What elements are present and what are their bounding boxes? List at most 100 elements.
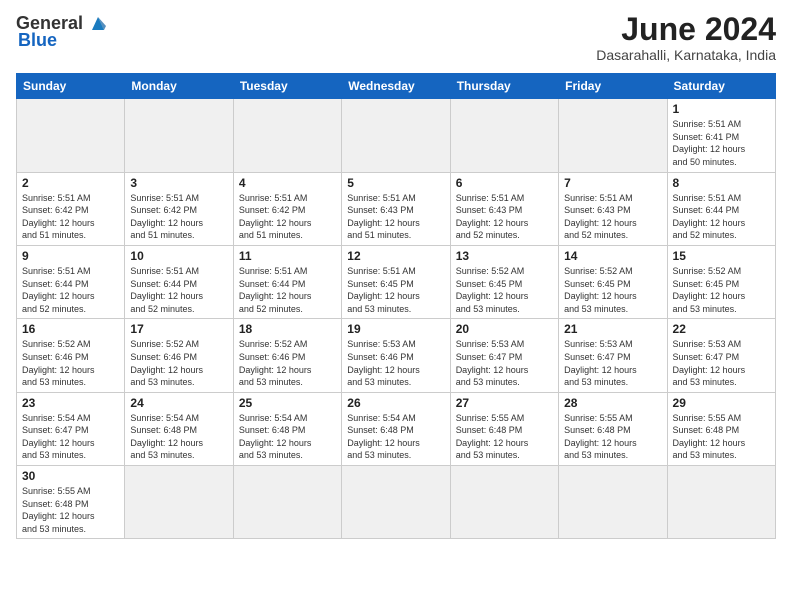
day-info: Sunrise: 5:52 AM Sunset: 6:45 PM Dayligh… bbox=[564, 265, 661, 315]
table-row bbox=[233, 99, 341, 172]
day-info: Sunrise: 5:54 AM Sunset: 6:48 PM Dayligh… bbox=[239, 412, 336, 462]
table-row: 12 Sunrise: 5:51 AM Sunset: 6:45 PM Dayli… bbox=[342, 245, 450, 318]
day-info: Sunrise: 5:54 AM Sunset: 6:48 PM Dayligh… bbox=[130, 412, 227, 462]
table-row bbox=[342, 99, 450, 172]
day-info: Sunrise: 5:51 AM Sunset: 6:44 PM Dayligh… bbox=[673, 192, 770, 242]
day-info: Sunrise: 5:53 AM Sunset: 6:47 PM Dayligh… bbox=[564, 338, 661, 388]
table-row: 28Sunrise: 5:55 AM Sunset: 6:48 PM Dayli… bbox=[559, 392, 667, 465]
header-row: Sunday Monday Tuesday Wednesday Thursday… bbox=[17, 74, 776, 99]
day-number: 21 bbox=[564, 322, 661, 336]
day-info: Sunrise: 5:55 AM Sunset: 6:48 PM Dayligh… bbox=[673, 412, 770, 462]
table-row: 29 Sunrise: 5:55 AM Sunset: 6:48 PM Dayli… bbox=[667, 392, 775, 465]
day-info: Sunrise: 5:51 AM Sunset: 6:42 PM Dayligh… bbox=[22, 192, 119, 242]
calendar-title: June 2024 bbox=[596, 12, 776, 47]
logo-area: General Blue bbox=[16, 12, 109, 51]
day-info: Sunrise: 5:51 AM Sunset: 6:44 PM Dayligh… bbox=[22, 265, 119, 315]
day-info: Sunrise: 5:53 AM Sunset: 6:47 PM Dayligh… bbox=[673, 338, 770, 388]
day-info: Sunrise: 5:52 AM Sunset: 6:46 PM Dayligh… bbox=[130, 338, 227, 388]
day-number: 20 bbox=[456, 322, 553, 336]
header: General Blue June 2024 Dasarahalli, Karn… bbox=[16, 12, 776, 63]
table-row: 27 Sunrise: 5:55 AM Sunset: 6:48 PM Dayli… bbox=[450, 392, 558, 465]
day-number: 11 bbox=[239, 249, 336, 263]
col-monday: Monday bbox=[125, 74, 233, 99]
col-thursday: Thursday bbox=[450, 74, 558, 99]
day-info: Sunrise: 5:51 AM Sunset: 6:45 PM Dayligh… bbox=[347, 265, 444, 315]
table-row: 30Sunrise: 5:55 AM Sunset: 6:48 PM Dayli… bbox=[17, 466, 125, 539]
day-number: 30 bbox=[22, 469, 119, 483]
table-row: 21 Sunrise: 5:53 AM Sunset: 6:47 PM Dayli… bbox=[559, 319, 667, 392]
table-row: 14Sunrise: 5:52 AM Sunset: 6:45 PM Dayli… bbox=[559, 245, 667, 318]
day-info: Sunrise: 5:51 AM Sunset: 6:44 PM Dayligh… bbox=[239, 265, 336, 315]
table-row: 8 Sunrise: 5:51 AM Sunset: 6:44 PM Daylig… bbox=[667, 172, 775, 245]
day-info: Sunrise: 5:52 AM Sunset: 6:45 PM Dayligh… bbox=[456, 265, 553, 315]
col-friday: Friday bbox=[559, 74, 667, 99]
table-row: 19 Sunrise: 5:53 AM Sunset: 6:46 PM Dayli… bbox=[342, 319, 450, 392]
logo-triangle-icon bbox=[87, 12, 109, 34]
day-number: 24 bbox=[130, 396, 227, 410]
table-row: 11 Sunrise: 5:51 AM Sunset: 6:44 PM Dayli… bbox=[233, 245, 341, 318]
day-number: 29 bbox=[673, 396, 770, 410]
table-row: 16 Sunrise: 5:52 AM Sunset: 6:46 PM Dayli… bbox=[17, 319, 125, 392]
day-info: Sunrise: 5:51 AM Sunset: 6:41 PM Dayligh… bbox=[673, 118, 770, 168]
day-info: Sunrise: 5:55 AM Sunset: 6:48 PM Dayligh… bbox=[564, 412, 661, 462]
day-info: Sunrise: 5:51 AM Sunset: 6:42 PM Dayligh… bbox=[239, 192, 336, 242]
table-row: 25Sunrise: 5:54 AM Sunset: 6:48 PM Dayli… bbox=[233, 392, 341, 465]
logo-blue: Blue bbox=[18, 30, 57, 51]
table-row bbox=[559, 466, 667, 539]
table-row bbox=[667, 466, 775, 539]
day-number: 19 bbox=[347, 322, 444, 336]
calendar-table: Sunday Monday Tuesday Wednesday Thursday… bbox=[16, 73, 776, 539]
table-row: 15 Sunrise: 5:52 AM Sunset: 6:45 PM Dayli… bbox=[667, 245, 775, 318]
day-number: 8 bbox=[673, 176, 770, 190]
day-info: Sunrise: 5:53 AM Sunset: 6:46 PM Dayligh… bbox=[347, 338, 444, 388]
day-number: 3 bbox=[130, 176, 227, 190]
table-row bbox=[125, 99, 233, 172]
day-info: Sunrise: 5:51 AM Sunset: 6:43 PM Dayligh… bbox=[456, 192, 553, 242]
table-row: 4 Sunrise: 5:51 AM Sunset: 6:42 PM Daylig… bbox=[233, 172, 341, 245]
day-info: Sunrise: 5:54 AM Sunset: 6:48 PM Dayligh… bbox=[347, 412, 444, 462]
day-number: 26 bbox=[347, 396, 444, 410]
title-area: June 2024 Dasarahalli, Karnataka, India bbox=[596, 12, 776, 63]
day-number: 7 bbox=[564, 176, 661, 190]
col-saturday: Saturday bbox=[667, 74, 775, 99]
day-number: 23 bbox=[22, 396, 119, 410]
day-number: 22 bbox=[673, 322, 770, 336]
table-row: 26 Sunrise: 5:54 AM Sunset: 6:48 PM Dayli… bbox=[342, 392, 450, 465]
day-number: 4 bbox=[239, 176, 336, 190]
day-number: 9 bbox=[22, 249, 119, 263]
table-row bbox=[450, 99, 558, 172]
day-info: Sunrise: 5:51 AM Sunset: 6:43 PM Dayligh… bbox=[564, 192, 661, 242]
table-row: 20 Sunrise: 5:53 AM Sunset: 6:47 PM Dayli… bbox=[450, 319, 558, 392]
col-tuesday: Tuesday bbox=[233, 74, 341, 99]
col-wednesday: Wednesday bbox=[342, 74, 450, 99]
table-row bbox=[17, 99, 125, 172]
day-info: Sunrise: 5:52 AM Sunset: 6:46 PM Dayligh… bbox=[239, 338, 336, 388]
day-info: Sunrise: 5:51 AM Sunset: 6:44 PM Dayligh… bbox=[130, 265, 227, 315]
day-info: Sunrise: 5:51 AM Sunset: 6:42 PM Dayligh… bbox=[130, 192, 227, 242]
day-number: 17 bbox=[130, 322, 227, 336]
table-row: 3 Sunrise: 5:51 AM Sunset: 6:42 PM Daylig… bbox=[125, 172, 233, 245]
day-info: Sunrise: 5:55 AM Sunset: 6:48 PM Dayligh… bbox=[456, 412, 553, 462]
table-row: 24 Sunrise: 5:54 AM Sunset: 6:48 PM Dayli… bbox=[125, 392, 233, 465]
table-row bbox=[342, 466, 450, 539]
day-number: 15 bbox=[673, 249, 770, 263]
table-row bbox=[450, 466, 558, 539]
day-number: 2 bbox=[22, 176, 119, 190]
day-number: 27 bbox=[456, 396, 553, 410]
table-row: 9 Sunrise: 5:51 AM Sunset: 6:44 PM Daylig… bbox=[17, 245, 125, 318]
table-row: 2 Sunrise: 5:51 AM Sunset: 6:42 PM Daylig… bbox=[17, 172, 125, 245]
day-info: Sunrise: 5:53 AM Sunset: 6:47 PM Dayligh… bbox=[456, 338, 553, 388]
table-row: 1Sunrise: 5:51 AM Sunset: 6:41 PM Daylig… bbox=[667, 99, 775, 172]
day-number: 16 bbox=[22, 322, 119, 336]
table-row: 5Sunrise: 5:51 AM Sunset: 6:43 PM Daylig… bbox=[342, 172, 450, 245]
table-row: 17 Sunrise: 5:52 AM Sunset: 6:46 PM Dayli… bbox=[125, 319, 233, 392]
day-number: 12 bbox=[347, 249, 444, 263]
calendar-subtitle: Dasarahalli, Karnataka, India bbox=[596, 47, 776, 63]
day-info: Sunrise: 5:52 AM Sunset: 6:46 PM Dayligh… bbox=[22, 338, 119, 388]
day-number: 5 bbox=[347, 176, 444, 190]
page: General Blue June 2024 Dasarahalli, Karn… bbox=[0, 0, 792, 549]
table-row: 23Sunrise: 5:54 AM Sunset: 6:47 PM Dayli… bbox=[17, 392, 125, 465]
day-info: Sunrise: 5:52 AM Sunset: 6:45 PM Dayligh… bbox=[673, 265, 770, 315]
col-sunday: Sunday bbox=[17, 74, 125, 99]
day-number: 6 bbox=[456, 176, 553, 190]
